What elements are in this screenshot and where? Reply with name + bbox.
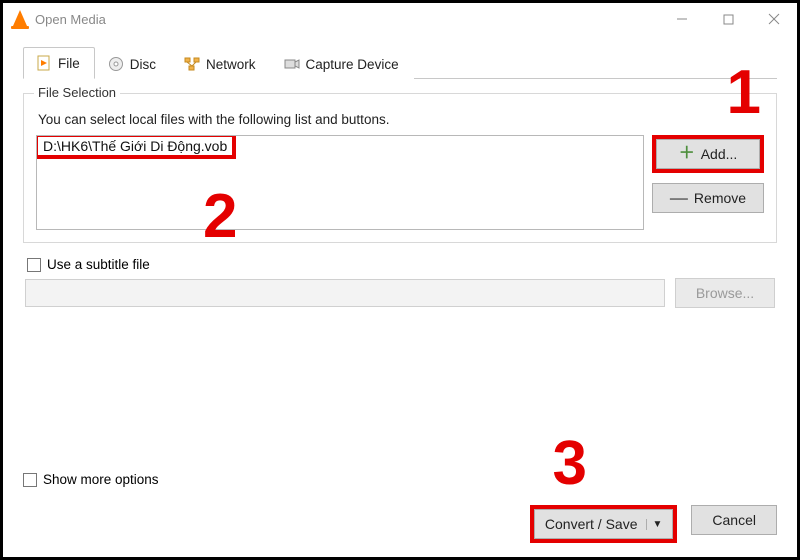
minimize-button[interactable] [659, 3, 705, 35]
subtitle-checkbox[interactable] [27, 258, 41, 272]
browse-button: Browse... [675, 278, 775, 308]
remove-button[interactable]: — Remove [652, 183, 764, 213]
subtitle-row: Use a subtitle file [27, 257, 777, 272]
network-icon [184, 56, 200, 72]
convert-save-label: Convert / Save [545, 516, 638, 532]
disc-icon [108, 56, 124, 72]
tab-network[interactable]: Network [171, 48, 271, 79]
vlc-icon [11, 10, 29, 28]
title-bar: Open Media [3, 3, 797, 35]
browse-button-label: Browse... [696, 285, 754, 301]
capture-icon [284, 56, 300, 72]
tab-file-label: File [58, 56, 80, 71]
file-icon [36, 55, 52, 71]
tab-disc[interactable]: Disc [95, 48, 171, 79]
annotation-number-2: 2 [203, 181, 237, 252]
tab-capture[interactable]: Capture Device [271, 48, 414, 79]
more-options-checkbox[interactable] [23, 473, 37, 487]
annotation-number-3: 3 [553, 428, 587, 499]
annotation-number-1: 1 [727, 57, 761, 128]
tab-file[interactable]: File [23, 47, 95, 79]
window-title: Open Media [35, 12, 106, 27]
remove-button-label: Remove [694, 190, 746, 206]
add-button-label: Add... [701, 146, 738, 162]
tab-disc-label: Disc [130, 57, 156, 72]
file-selection-help: You can select local files with the foll… [38, 112, 764, 127]
file-list[interactable]: D:\HK6\Thế Giới Di Động.vob [36, 135, 644, 230]
tab-bar: File Disc Network Capture Device [23, 43, 777, 79]
more-options-label: Show more options [43, 472, 159, 487]
tab-network-label: Network [206, 57, 256, 72]
convert-save-button[interactable]: Convert / Save ▼ [534, 509, 674, 539]
tab-capture-label: Capture Device [306, 57, 399, 72]
file-selection-legend: File Selection [34, 85, 120, 100]
annotation-box-1: ＋ Add... [652, 135, 764, 173]
subtitle-label: Use a subtitle file [47, 257, 150, 272]
dropdown-arrow-icon[interactable]: ▼ [646, 519, 663, 530]
close-button[interactable] [751, 3, 797, 35]
window-controls [659, 3, 797, 35]
subtitle-path-input [25, 279, 665, 307]
maximize-button[interactable] [705, 3, 751, 35]
cancel-button[interactable]: Cancel [691, 505, 777, 535]
annotation-box-3: Convert / Save ▼ [530, 505, 678, 543]
more-options-row: Show more options [23, 472, 777, 487]
file-selection-group: File Selection You can select local file… [23, 93, 777, 243]
cancel-button-label: Cancel [712, 512, 756, 528]
add-button[interactable]: ＋ Add... [656, 139, 760, 169]
file-entry[interactable]: D:\HK6\Thế Giới Di Động.vob [37, 136, 233, 156]
